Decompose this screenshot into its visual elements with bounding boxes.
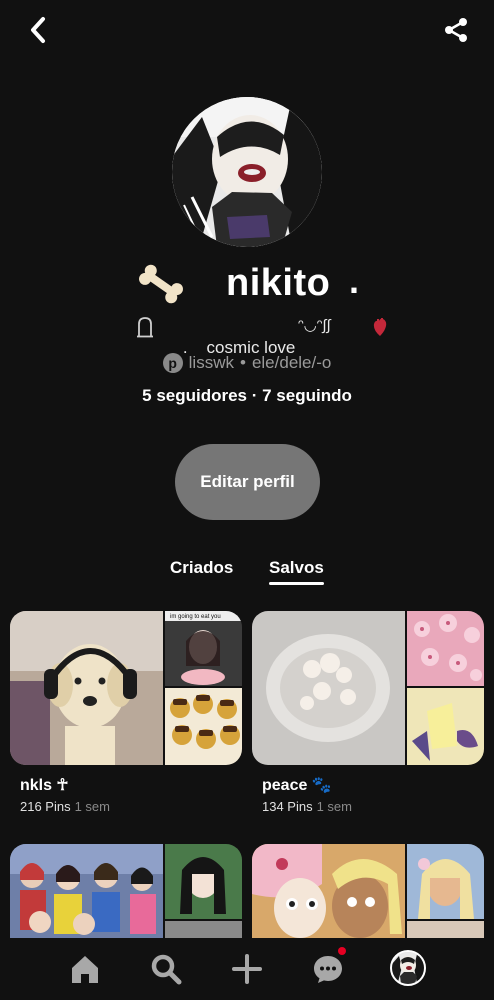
anatomical-heart-icon xyxy=(373,318,387,336)
profile-name: nikito xyxy=(226,262,331,304)
nav-messages[interactable] xyxy=(309,947,347,988)
headstone-icon xyxy=(137,317,153,338)
profile-bio: . cosmic love ᵔ◡ᵔ∫∫ xyxy=(0,314,494,357)
pronouns: ele/dele/-o xyxy=(251,353,332,372)
profile-tabs: Criados Salvos xyxy=(0,554,494,594)
board-title: nkls ☥ xyxy=(20,777,69,794)
back-button[interactable] xyxy=(22,14,54,46)
nav-home[interactable] xyxy=(66,950,104,988)
search-icon xyxy=(151,954,182,985)
profile-name-row: nikito . xyxy=(0,258,494,310)
pinterest-logo-icon: p xyxy=(162,353,183,373)
tab-saved[interactable]: Salvos xyxy=(269,558,324,578)
board-meta: 134 Pins 1 sem xyxy=(262,799,352,814)
nav-create[interactable] xyxy=(228,950,266,988)
nav-search[interactable] xyxy=(147,950,185,988)
share-button[interactable] xyxy=(440,14,472,46)
board-pin-count: 216 Pins xyxy=(20,799,71,814)
board-card[interactable]: im going to eat you nkls ☥ 216 Pins 1 sem xyxy=(10,611,242,814)
top-bar xyxy=(0,0,494,60)
board-card[interactable] xyxy=(252,844,484,938)
board-cover xyxy=(10,844,242,938)
notification-dot xyxy=(338,947,346,955)
share-icon xyxy=(445,18,467,42)
board-updated-time: 1 sem xyxy=(316,799,352,814)
nav-profile-avatar[interactable] xyxy=(390,950,426,986)
bottom-nav xyxy=(0,938,494,1000)
create-icon xyxy=(232,954,262,984)
board-cover-caption: im going to eat you xyxy=(170,614,221,620)
board-cover: im going to eat you xyxy=(10,611,242,765)
home-icon xyxy=(72,956,98,983)
board-cover-image xyxy=(252,611,484,765)
board-cover-image xyxy=(252,844,484,938)
board-cover xyxy=(252,611,484,765)
username[interactable]: lisswk xyxy=(189,353,234,373)
board-meta: 216 Pins 1 sem xyxy=(20,799,110,814)
active-tab-indicator xyxy=(269,582,324,585)
avatar-image xyxy=(172,97,322,247)
follow-stats[interactable]: 5 seguidores · 7 seguindo xyxy=(0,386,494,406)
profile-meta: p lisswk • ele/dele/-o xyxy=(0,350,494,376)
board-title: peace 🐾 xyxy=(262,777,332,794)
board-card[interactable] xyxy=(10,844,242,938)
bone-emoji-icon xyxy=(139,264,183,304)
edit-profile-button[interactable]: Editar perfil xyxy=(175,444,320,520)
chevron-left-icon xyxy=(31,17,45,43)
profile-name-suffix: . xyxy=(349,260,360,301)
bio-decoration: ᵔ◡ᵔ∫∫ xyxy=(298,317,331,334)
profile-avatar-large[interactable] xyxy=(172,97,322,247)
meta-separator: • xyxy=(240,353,246,372)
board-cover-image xyxy=(10,844,242,938)
board-card[interactable]: peace 🐾 134 Pins 1 sem xyxy=(252,611,484,814)
board-pin-count: 134 Pins xyxy=(262,799,313,814)
board-updated-time: 1 sem xyxy=(74,799,110,814)
board-cover-image: im going to eat you xyxy=(10,611,242,765)
profile-avatar-icon xyxy=(392,952,424,984)
tab-created[interactable]: Criados xyxy=(170,558,233,578)
messages-icon xyxy=(314,956,342,983)
board-cover xyxy=(252,844,484,938)
